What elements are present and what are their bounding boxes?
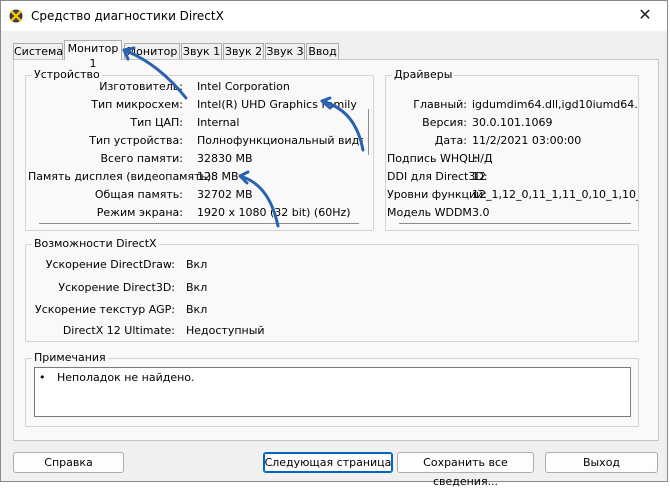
drivers-value-main: igdumdim64.dll,igd10iumd64.dll,igd10 (472, 98, 638, 111)
drivers-label-ddi: DDI для Direct3D: (387, 170, 488, 183)
notes-text: Неполадок не найдено. (57, 371, 195, 384)
device-label-shared-memory: Общая память: (94, 188, 183, 201)
device-value-display-memory: 128 MB (197, 170, 239, 183)
notes-bullet: • (39, 371, 46, 384)
device-value-shared-memory: 32702 MB (197, 188, 253, 201)
tab-monitor-2[interactable]: Монитор 2 (124, 43, 180, 73)
tab-input[interactable]: Ввод (306, 43, 339, 59)
device-label-display-memory: Память дисплея (видеопамять): (28, 170, 215, 183)
directx-label-dx12-ultimate: DirectX 12 Ultimate: (62, 324, 175, 337)
device-label-chip-type: Тип микросхем: (91, 98, 183, 111)
directx-value-directdraw: Вкл (186, 258, 208, 271)
dxdiag-window: Средство диагностики DirectX ✕ Система М… (0, 0, 668, 488)
title-bar: Средство диагностики DirectX ✕ (1, 1, 667, 31)
device-label-manufacturer: Изготовитель: (99, 80, 183, 93)
device-value-manufacturer: Intel Corporation (197, 80, 290, 93)
tab-sound-3[interactable]: Звук 3 (265, 43, 305, 59)
drivers-value-wddm: 3.0 (472, 206, 490, 219)
tab-system[interactable]: Система (13, 43, 63, 59)
next-page-button[interactable]: Следующая страница (263, 452, 393, 473)
help-button[interactable]: Справка (13, 452, 124, 473)
device-value-total-memory: 32830 MB (197, 152, 253, 165)
drivers-label-feature-levels: Уровни функций: (387, 188, 487, 201)
directx-value-direct3d: Вкл (186, 281, 208, 294)
drivers-label-main: Главный: (413, 98, 467, 111)
device-label-dac-type: Тип ЦАП: (130, 116, 183, 129)
device-horizontal-scrollbar[interactable] (39, 223, 359, 224)
device-value-device-type: Полнофункциональный видеоадап (197, 134, 363, 147)
notes-textbox[interactable]: • Неполадок не найдено. (34, 367, 631, 417)
drivers-label-whql: Подпись WHQL: (387, 152, 478, 165)
exit-button[interactable]: Выход (545, 452, 658, 473)
directx-value-agp: Вкл (186, 303, 208, 316)
directx-label-direct3d: Ускорение Direct3D: (58, 281, 175, 294)
device-label-total-memory: Всего памяти: (100, 152, 183, 165)
drivers-label-version: Версия: (422, 116, 467, 129)
close-icon[interactable]: ✕ (635, 5, 655, 25)
device-value-display-mode: 1920 x 1080 (32 bit) (60Hz) (197, 206, 351, 219)
drivers-group-title: Драйверы (392, 68, 455, 81)
directx-app-icon (9, 9, 23, 23)
device-label-display-mode: Режим экрана: (96, 206, 183, 219)
tab-sound-1[interactable]: Звук 1 (181, 43, 222, 59)
tab-monitor-1[interactable]: Монитор 1 (64, 40, 122, 70)
drivers-value-feature-levels: 12_1,12_0,11_1,11_0,10_1,10_0,9_3 (472, 188, 638, 201)
device-label-device-type: Тип устройства: (89, 134, 183, 147)
device-value-dac-type: Internal (197, 116, 240, 129)
directx-label-agp: Ускорение текстур AGP: (35, 303, 175, 316)
directx-features-title: Возможности DirectX (32, 237, 159, 250)
notes-group-title: Примечания (32, 351, 108, 364)
drivers-label-wddm: Модель WDDM (387, 206, 472, 219)
drivers-value-whql: Н/Д (472, 152, 493, 165)
drivers-value-ddi: 12 (472, 170, 486, 183)
directx-value-dx12-ultimate: Недоступный (186, 324, 265, 337)
drivers-value-date: 11/2/2021 03:00:00 (472, 134, 582, 147)
device-vertical-scrollbar[interactable] (368, 109, 369, 155)
tab-sound-2[interactable]: Звук 2 (223, 43, 264, 59)
window-title: Средство диагностики DirectX (31, 9, 224, 23)
drivers-value-version: 30.0.101.1069 (472, 116, 553, 129)
drivers-label-date: Дата: (434, 134, 467, 147)
drivers-horizontal-scrollbar[interactable] (399, 223, 631, 224)
device-value-chip-type: Intel(R) UHD Graphics Family (197, 98, 357, 111)
save-all-info-button[interactable]: Сохранить все сведения... (397, 452, 534, 488)
directx-label-directdraw: Ускорение DirectDraw: (45, 258, 175, 271)
